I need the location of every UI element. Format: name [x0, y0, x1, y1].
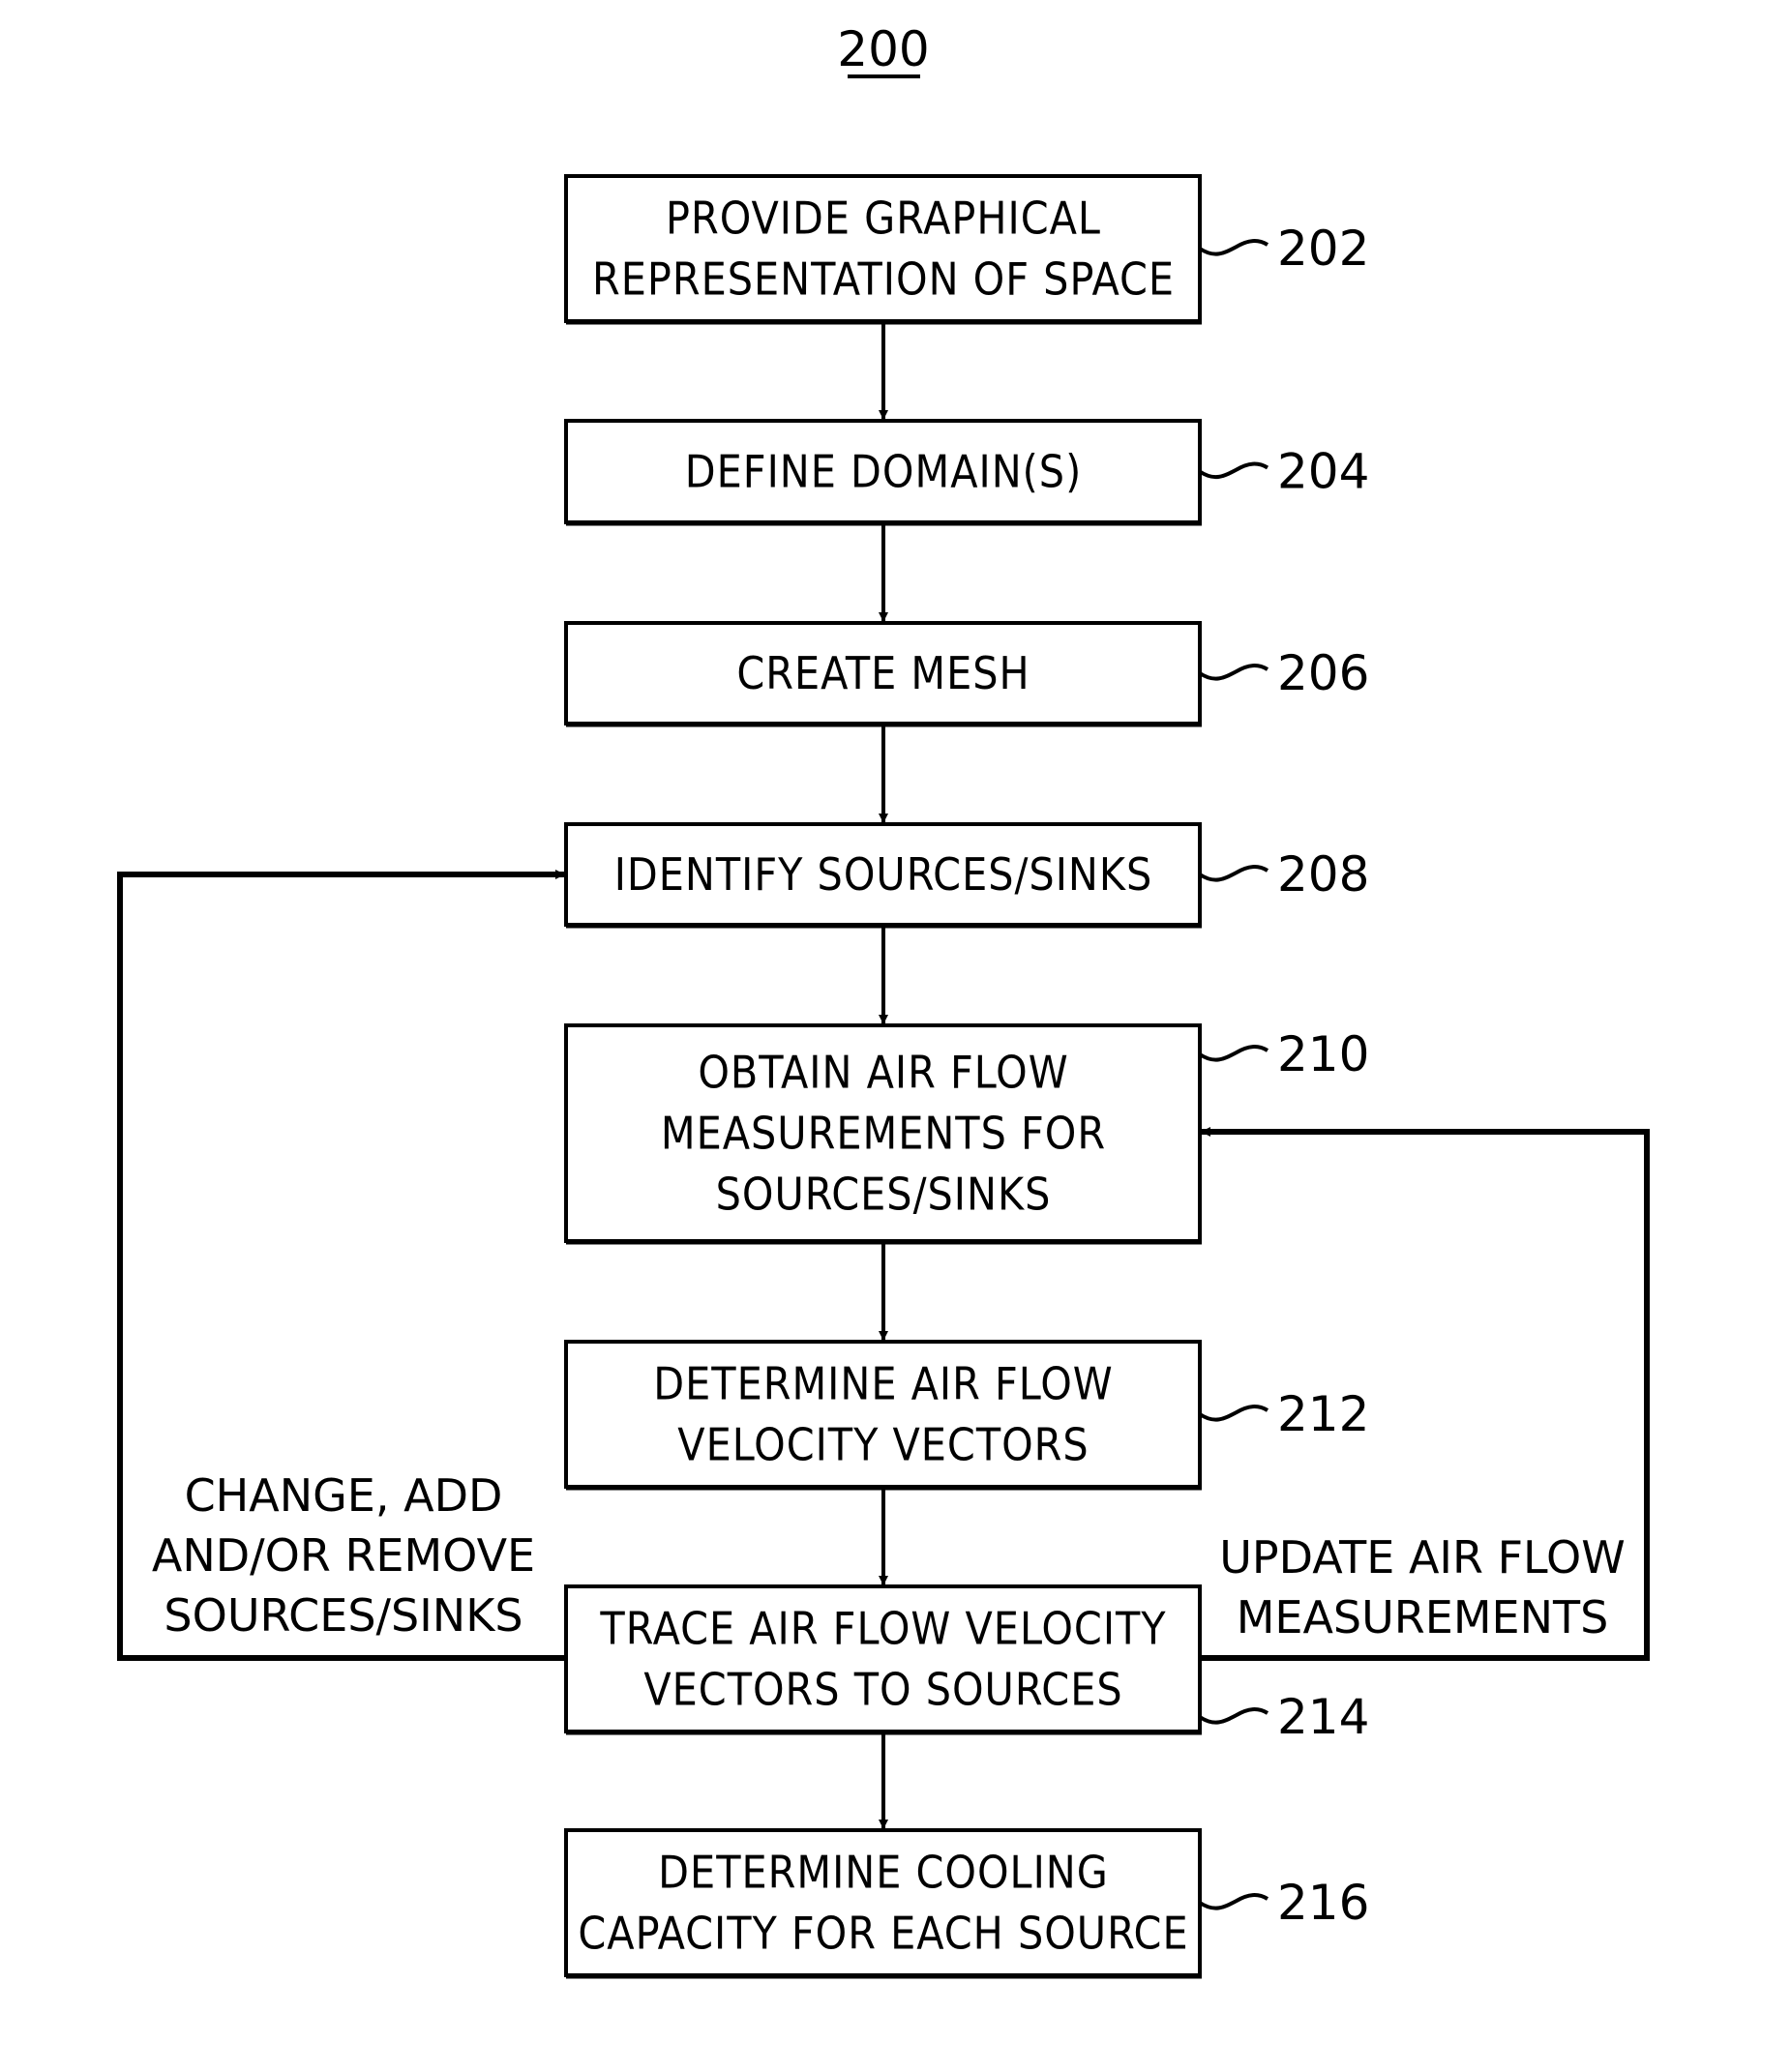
step-ref-number: 206	[1277, 645, 1369, 701]
step-ref-number: 202	[1277, 221, 1369, 277]
step-text: SOURCES/SINKS	[716, 1169, 1052, 1221]
left-loop-label-line: SOURCES/SINKS	[164, 1589, 522, 1642]
step-ref-number: 208	[1277, 846, 1369, 903]
step-text: MEASUREMENTS FOR	[661, 1108, 1106, 1160]
step-ref-number: 204	[1277, 444, 1369, 500]
leader-squiggle	[1198, 1405, 1269, 1422]
right-loop-label-line: UPDATE AIR FLOW	[1219, 1531, 1625, 1584]
step-ref-number: 214	[1277, 1689, 1369, 1745]
step-ref-number: 210	[1277, 1026, 1369, 1082]
leader-squiggle	[1198, 664, 1269, 681]
left-loop-label-line: AND/OR REMOVE	[152, 1529, 535, 1582]
step-ref-number: 212	[1277, 1386, 1369, 1442]
step-text: VELOCITY VECTORS	[677, 1419, 1089, 1471]
step-text: VECTORS TO SOURCES	[643, 1664, 1122, 1716]
step-text: TRACE AIR FLOW VELOCITY	[599, 1603, 1166, 1655]
step-204: DEFINE DOMAIN(S) 204	[564, 419, 1369, 526]
step-text: OBTAIN AIR FLOW	[698, 1047, 1068, 1099]
leader-squiggle	[1198, 865, 1269, 882]
step-text: IDENTIFY SOURCES/SINKS	[614, 848, 1153, 901]
right-loop-label: UPDATE AIR FLOW MEASUREMENTS	[1219, 1531, 1625, 1643]
step-216: DETERMINE COOLING CAPACITY FOR EACH SOURC…	[564, 1828, 1369, 1979]
left-loop-label: CHANGE, ADD AND/OR REMOVE SOURCES/SINKS	[152, 1469, 535, 1642]
leader-squiggle	[1198, 1893, 1269, 1910]
step-212: DETERMINE AIR FLOW VELOCITY VECTORS 212	[564, 1340, 1369, 1491]
step-text: DEFINE DOMAIN(S)	[685, 446, 1082, 498]
step-text: REPRESENTATION OF SPACE	[592, 253, 1175, 306]
flowchart: 200 PROVIDE GRAPHICAL REPRESENTATION OF S…	[117, 21, 1650, 1979]
leader-squiggle	[1198, 461, 1269, 480]
leader-squiggle	[1198, 239, 1269, 256]
step-text: CREATE MESH	[736, 647, 1030, 699]
figure-number: 200	[837, 21, 929, 77]
step-text: CAPACITY FOR EACH SOURCE	[578, 1908, 1188, 1960]
step-202: PROVIDE GRAPHICAL REPRESENTATION OF SPACE…	[564, 174, 1369, 325]
step-208: IDENTIFY SOURCES/SINKS 208	[564, 822, 1369, 929]
step-text: DETERMINE COOLING	[658, 1847, 1109, 1899]
step-206: CREATE MESH 206	[564, 621, 1369, 727]
leader-squiggle	[1198, 1707, 1269, 1725]
step-ref-number: 216	[1277, 1875, 1369, 1931]
right-loop-label-line: MEASUREMENTS	[1237, 1591, 1609, 1643]
left-loop-label-line: CHANGE, ADD	[185, 1469, 503, 1522]
leader-squiggle	[1198, 1045, 1269, 1062]
step-text: PROVIDE GRAPHICAL	[666, 192, 1101, 245]
step-text: DETERMINE AIR FLOW	[653, 1358, 1113, 1410]
